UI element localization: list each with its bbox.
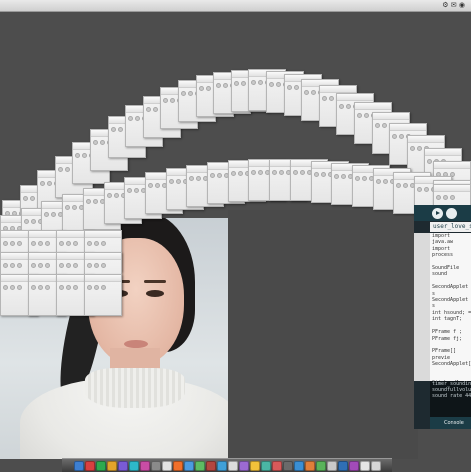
- dock-app-icon[interactable]: [84, 460, 95, 471]
- dock-app-icon[interactable]: [326, 460, 337, 471]
- dock-app-icon[interactable]: [73, 460, 84, 471]
- dock-app-icon[interactable]: [293, 460, 304, 471]
- window-titlebar: [425, 149, 462, 165]
- dock-app-icon[interactable]: [205, 460, 216, 471]
- code-line: SoundFile sound: [432, 265, 460, 278]
- dock-app-icon[interactable]: [161, 460, 172, 471]
- dock-app-icon[interactable]: [238, 460, 249, 471]
- dock: [62, 458, 392, 472]
- right-eyebrow: [144, 280, 166, 283]
- dock-app-icon[interactable]: [249, 460, 260, 471]
- dock-app-icon[interactable]: [150, 460, 161, 471]
- console-status-bar[interactable]: Console: [430, 417, 471, 429]
- turtleneck-collar: [85, 368, 185, 408]
- dock-app-icon[interactable]: [227, 460, 238, 471]
- dock-app-icon[interactable]: [216, 460, 227, 471]
- dock-app-icon[interactable]: [139, 460, 150, 471]
- window-titlebar: [372, 113, 409, 129]
- dock-app-icon[interactable]: [117, 460, 128, 471]
- dock-app-icon[interactable]: [183, 460, 194, 471]
- right-eye: [146, 290, 164, 297]
- editor-tab[interactable]: user_love_sig: [430, 222, 471, 232]
- window-titlebar: [355, 102, 391, 118]
- window-titlebar: [337, 93, 374, 109]
- dock-app-icon[interactable]: [128, 460, 139, 471]
- code-line: SecondApplet s: [432, 297, 469, 310]
- console-line: sound rate 44: [432, 393, 471, 399]
- dock-app-icon[interactable]: [95, 460, 106, 471]
- lips: [124, 340, 148, 348]
- window-tile-icon: [84, 274, 122, 316]
- play-icon[interactable]: [432, 208, 443, 219]
- window-titlebar: [390, 124, 427, 140]
- dock-app-icon[interactable]: [194, 460, 205, 471]
- code-line: PFrame[] previe: [432, 348, 457, 361]
- dock-app-icon[interactable]: [370, 460, 381, 471]
- dock-app-icon[interactable]: [315, 460, 326, 471]
- console-area: timer_soundint soundfullvolum sound rate 4…: [430, 381, 471, 417]
- console-label: Console: [444, 420, 464, 426]
- window-titlebar: [85, 275, 121, 290]
- window-titlebar: [407, 136, 444, 152]
- dock-app-icon[interactable]: [337, 460, 348, 471]
- stop-icon[interactable]: [446, 208, 457, 219]
- dock-app-icon[interactable]: [172, 460, 183, 471]
- desktop-background: [228, 210, 418, 459]
- window-titlebar: [434, 185, 470, 201]
- dock-app-icon[interactable]: [304, 460, 315, 471]
- code-area[interactable]: import java.aw import process SoundFile s…: [430, 233, 471, 429]
- editor-toolbar: [414, 205, 471, 221]
- code-line: SecondApplet[]: [432, 361, 471, 368]
- code-line: SecondApplet s: [432, 284, 469, 297]
- code-line: import process: [432, 245, 454, 259]
- window-titlebar: [85, 253, 121, 268]
- dock-app-icon[interactable]: [282, 460, 293, 471]
- dock-app-icon[interactable]: [271, 460, 282, 471]
- dock-app-icon[interactable]: [348, 460, 359, 471]
- window-titlebar: [434, 162, 470, 178]
- dock-app-icon[interactable]: [260, 460, 271, 471]
- dock-app-icon[interactable]: [359, 460, 370, 471]
- code-line: import java.aw: [432, 233, 454, 246]
- dock-app-icon[interactable]: [106, 460, 117, 471]
- menu-bar: ⚙ ✉ ◉: [0, 0, 471, 12]
- code-editor-window[interactable]: user_love_sig import java.awimport proce…: [414, 205, 471, 429]
- editor-gutter: [414, 233, 430, 381]
- window-titlebar: [85, 231, 121, 246]
- menu-bar-right-icons: ⚙ ✉ ◉: [442, 1, 465, 9]
